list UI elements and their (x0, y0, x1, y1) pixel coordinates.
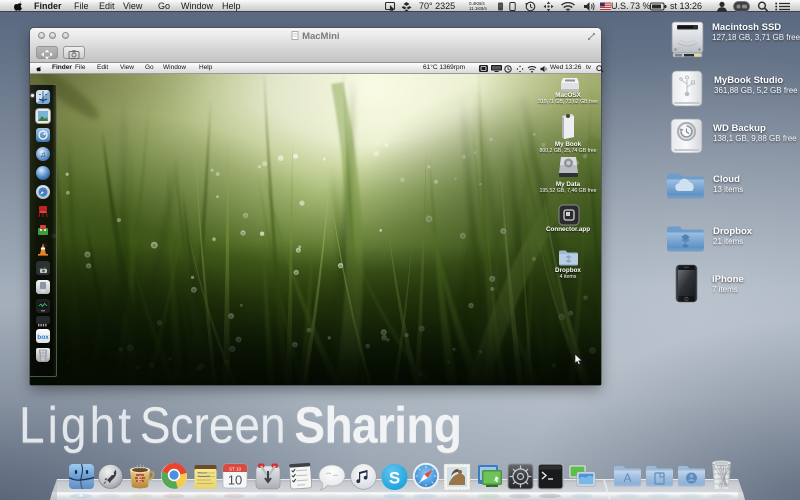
svg-text:A: A (623, 471, 631, 485)
svg-text:É: É (138, 476, 143, 484)
svg-text:ST 10: ST 10 (229, 467, 241, 472)
svg-text:S: S (389, 469, 400, 488)
svg-text:10: 10 (228, 473, 242, 488)
